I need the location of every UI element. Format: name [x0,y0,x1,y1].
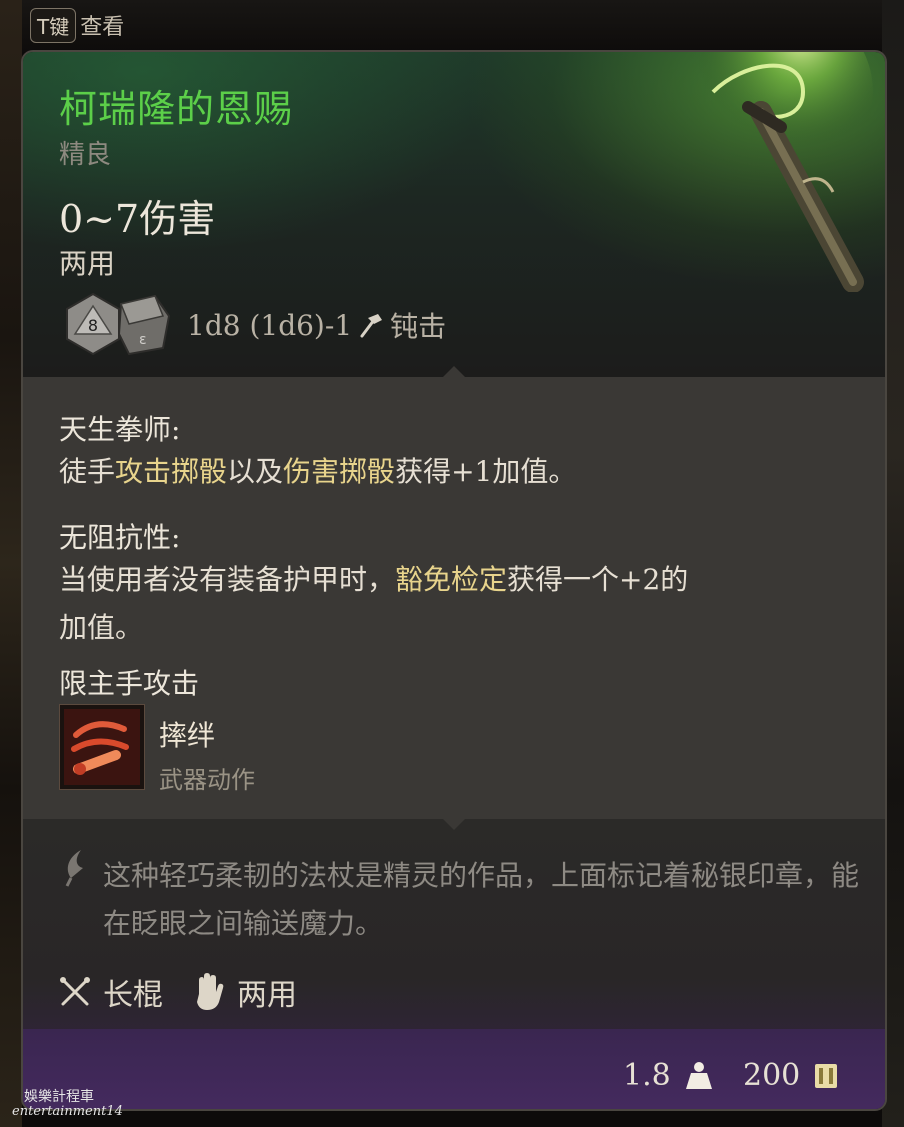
t-key-badge: T键 [30,7,77,43]
svg-text:ɛ: ɛ [139,332,147,348]
dice-icon: 8 ɛ [66,292,171,356]
watermark-english: entertainment14 [12,1104,123,1119]
property-name-tavern-brawler: 天生拳师: [59,413,181,446]
quill-icon [65,850,83,887]
section-notch [443,819,465,830]
gold-coin-icon [815,1063,838,1088]
weapon-type-label: 长棍 [103,978,163,1013]
bludgeoning-icon [360,314,383,338]
staff-illustration [693,52,873,292]
damage-type-label: 钝击 [390,310,447,343]
handedness-tag-label: 两用 [237,978,297,1013]
game-background-left [0,0,22,1127]
watermark-chinese: 娛樂計程車 [24,1089,94,1105]
weight-value: 1.8 [623,1058,671,1093]
weapon-action-name: 摔绊 [159,719,216,752]
topple-icon [64,709,140,785]
inspect-label: 查看 [80,15,125,40]
weapon-action-type: 武器动作 [159,766,255,794]
property-name-unarmoured: 无阻抗性: [59,521,181,554]
item-rarity: 精良 [59,140,112,170]
gold-value: 200 [743,1058,801,1093]
item-value: 200 [743,1058,838,1093]
section-notch [443,366,465,377]
inspect-hint[interactable]: T键 查看 [30,6,160,44]
svg-text:8: 8 [88,316,98,335]
damage-dice-row: 8 ɛ 1d8 (1d6)-1 钝击 [63,292,446,358]
item-damage-range: 0~7伤害 [59,197,216,241]
item-weight: 1.8 [623,1058,713,1093]
open-hand-icon [197,973,224,1010]
flavor-text: 这种轻巧柔韧的法杖是精灵的作品，上面标记着秘银印章，能在眨眼之间输送魔力。 [103,859,860,940]
item-handedness: 两用 [59,247,116,280]
weight-icon [685,1061,712,1089]
weapon-action-icon[interactable] [59,704,145,790]
property-desc-tavern-brawler: 徒手攻击掷骰以及伤害掷骰获得+1加值。 [59,455,577,488]
property-desc-unarmoured: 当使用者没有装备护甲时，豁免检定获得一个+2的 加值。 [59,563,689,644]
restriction-text: 限主手攻击 [59,667,200,700]
item-name: 柯瑞隆的恩赐 [59,87,294,131]
item-tooltip: 柯瑞隆的恩赐 精良 0~7伤害 两用 8 ɛ 1d8 (1d6)-1 钝击 天生… [21,50,887,1111]
crossed-staves-icon [60,977,90,1006]
weapon-tags: 长棍 两用 [59,970,325,1014]
damage-dice-formula: 1d8 (1d6)-1 [187,308,353,342]
